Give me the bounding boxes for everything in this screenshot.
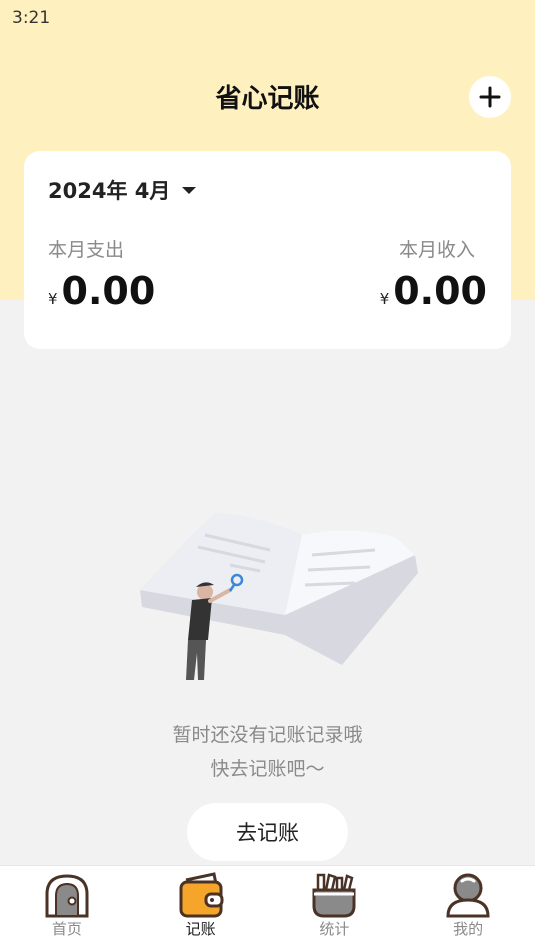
- bottom-tab-bar: 首页 记账 统计 我的: [0, 865, 535, 952]
- tab-profile[interactable]: 我的: [401, 866, 535, 952]
- summary-card: 2024年 4月 本月支出 本月收入 ¥ 0.00 ¥ 0.00: [24, 151, 511, 349]
- tab-record-label: 记账: [185, 920, 216, 938]
- add-button[interactable]: [469, 76, 511, 118]
- home-icon: [45, 874, 89, 918]
- wallet-icon: [179, 872, 224, 918]
- status-time: 3:21: [12, 8, 51, 28]
- expense-amount: ¥ 0.00: [48, 269, 155, 313]
- tab-home-label: 首页: [51, 920, 82, 938]
- empty-hint: 快去记账吧～: [210, 758, 325, 780]
- empty-book-illustration: [140, 513, 418, 680]
- go-record-button[interactable]: 去记账: [187, 803, 348, 861]
- tab-stats-label: 统计: [319, 920, 350, 938]
- income-label: 本月收入: [398, 239, 475, 261]
- caret-down-icon: [182, 186, 197, 194]
- page-title: 省心记账: [215, 84, 320, 114]
- empty-message: 暂时还没有记账记录哦: [172, 724, 363, 746]
- currency-symbol: ¥: [379, 290, 390, 308]
- expense-value: 0.00: [61, 269, 156, 313]
- income-value: 0.00: [393, 269, 487, 313]
- expense-label: 本月支出: [48, 239, 125, 261]
- tab-home[interactable]: 首页: [0, 866, 134, 952]
- plus-icon: [479, 86, 501, 108]
- currency-symbol: ¥: [48, 290, 58, 308]
- profile-icon: [446, 873, 490, 918]
- tab-stats[interactable]: 统计: [268, 866, 402, 952]
- tab-profile-label: 我的: [453, 920, 484, 938]
- month-selector[interactable]: 2024年 4月: [48, 175, 197, 205]
- income-amount: ¥ 0.00: [380, 269, 487, 313]
- month-label: 2024年 4月: [48, 179, 171, 203]
- tab-record[interactable]: 记账: [134, 866, 268, 952]
- stats-icon: [312, 873, 356, 918]
